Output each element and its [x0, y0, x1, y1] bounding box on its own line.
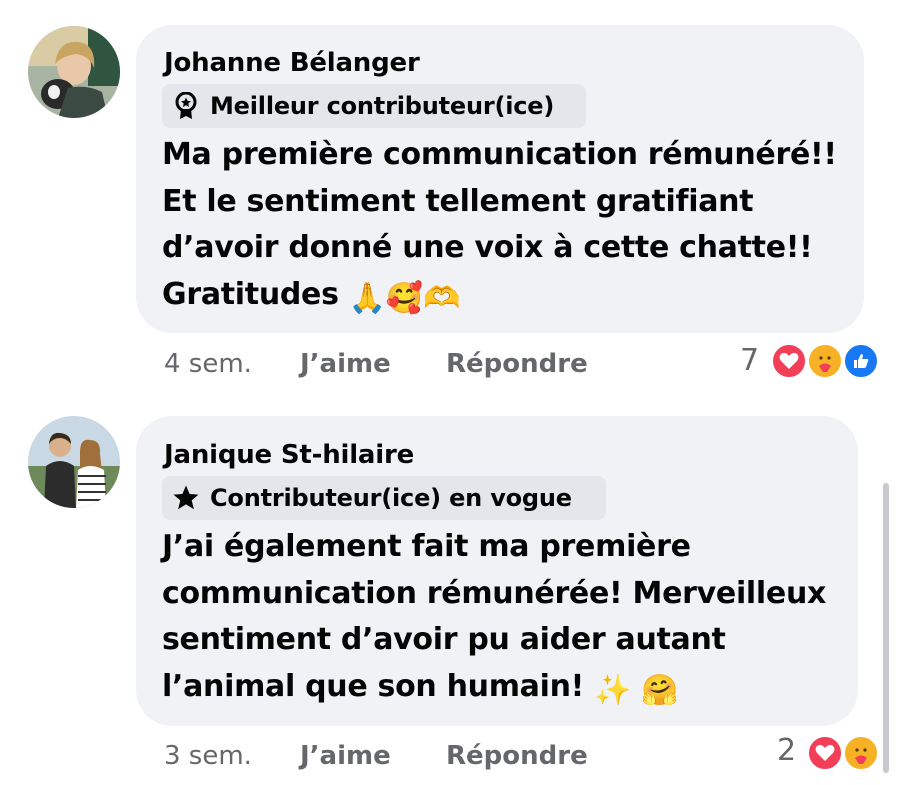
contributor-badge[interactable]: Meilleur contributeur(ice): [162, 84, 586, 128]
reply-button[interactable]: Répondre: [446, 741, 588, 771]
comment-author[interactable]: Johanne Bélanger: [164, 48, 420, 78]
comment-text-line: sentiment d’avoir pu aider autant: [162, 622, 726, 657]
comment-text-line: Gratitudes 🙏🥰🫶: [162, 272, 837, 323]
avatar[interactable]: [28, 416, 120, 508]
care-reaction-icon[interactable]: [842, 734, 880, 772]
love-reaction-icon[interactable]: [806, 734, 844, 772]
comment-author[interactable]: Janique St-hilaire: [164, 440, 414, 470]
comment-text-line: communication rémunérée! Merveilleux: [162, 575, 827, 611]
comment-text-line: Ma première communication rémunéré!!: [162, 137, 837, 172]
badge-label: Contributeur(ice) en vogue: [210, 484, 572, 512]
comment-text-line: J’ai également fait ma première: [162, 529, 691, 564]
heart-hands-emoji: 🫶: [422, 280, 461, 316]
contributor-badge[interactable]: Contributeur(ice) en vogue: [162, 476, 606, 520]
comment-text-line: d’avoir donné une voix à cette chatte!!: [162, 230, 813, 265]
comment-text-line: Et le sentiment tellement gratifiant: [162, 183, 754, 219]
reaction-count[interactable]: 2: [777, 733, 796, 768]
love-reaction-icon[interactable]: [770, 342, 808, 380]
like-button[interactable]: J’aime: [300, 741, 391, 771]
award-ribbon-icon: [172, 92, 200, 120]
like-reaction-icon[interactable]: [842, 342, 880, 380]
reply-button[interactable]: Répondre: [446, 349, 588, 379]
comment-timestamp[interactable]: 3 sem.: [164, 741, 252, 771]
care-reaction-icon[interactable]: [806, 342, 844, 380]
reaction-count[interactable]: 7: [740, 343, 759, 378]
comment-text: Ma première communication rémunéré!! Et …: [162, 132, 837, 322]
vertical-scrollbar[interactable]: [883, 483, 889, 773]
like-button[interactable]: J’aime: [300, 349, 391, 379]
comment-text-segment: l’animal que son humain!: [162, 668, 585, 704]
smiling-hearts-emoji: 🥰: [385, 280, 423, 316]
comment-text-line: l’animal que son humain! ✨ 🤗: [162, 664, 826, 715]
star-icon: [172, 484, 200, 512]
comment-timestamp[interactable]: 4 sem.: [164, 349, 252, 379]
comment-text: J’ai également fait ma première communic…: [162, 524, 826, 714]
folded-hands-emoji: 🙏: [348, 280, 386, 316]
avatar[interactable]: [28, 26, 120, 118]
badge-label: Meilleur contributeur(ice): [210, 92, 555, 120]
sparkles-emoji: ✨: [594, 672, 632, 708]
comment-text-segment: Gratitudes: [162, 276, 339, 312]
hugging-face-emoji: 🤗: [641, 672, 679, 708]
